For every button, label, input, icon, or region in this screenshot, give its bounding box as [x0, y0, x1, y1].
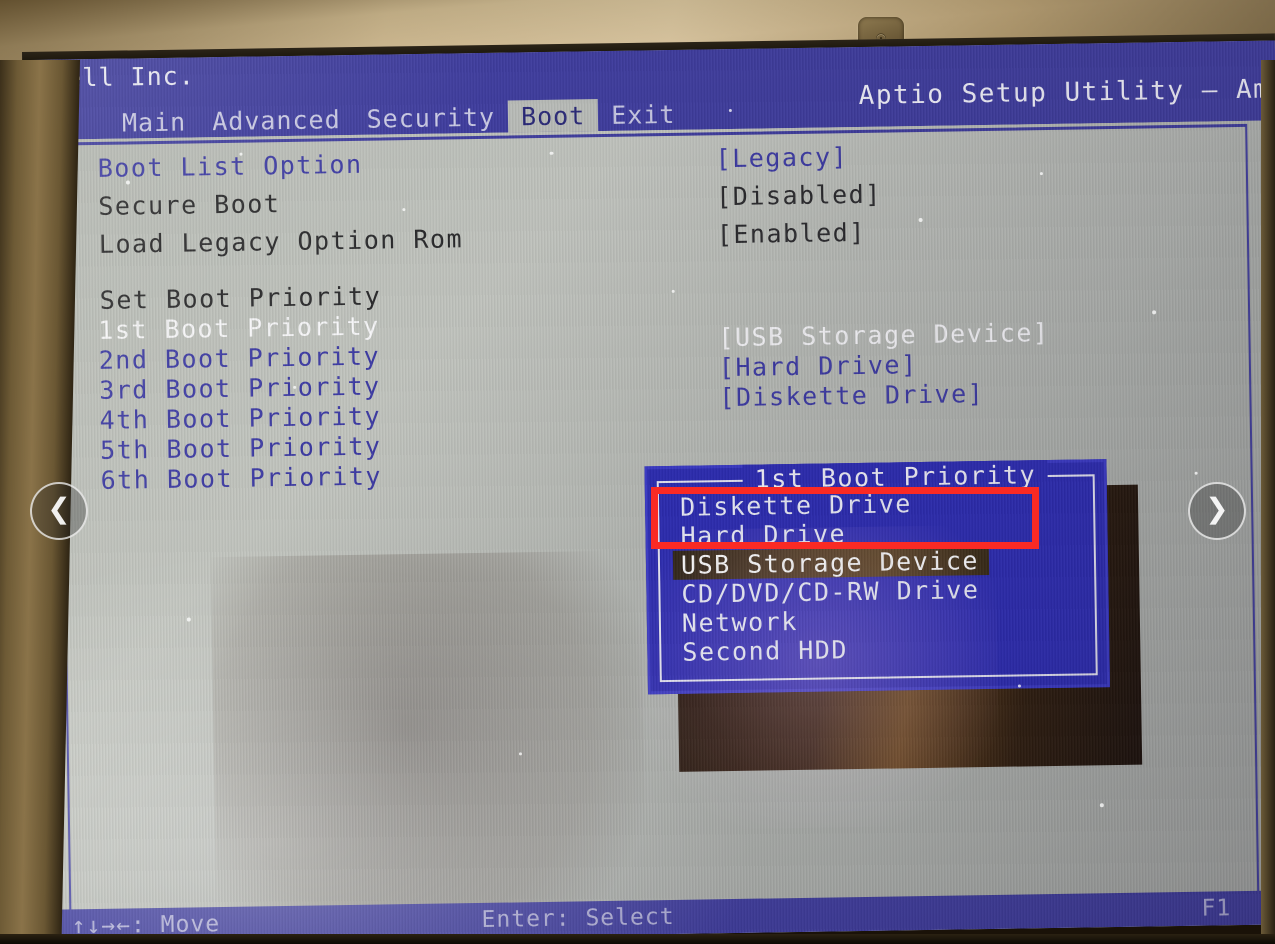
dialog-option-hard-drive[interactable]: Hard Drive [672, 515, 1094, 551]
setting-value-secure-boot[interactable]: [Disabled] [716, 180, 882, 212]
group-heading-set-boot-priority: Set Boot Priority [99, 281, 382, 315]
laptop-bottom-edge [0, 934, 1275, 944]
setting-label-load-legacy-option-rom[interactable]: Load Legacy Option Rom [99, 224, 464, 259]
setting-value-boot-list-option[interactable]: [Legacy] [715, 142, 848, 173]
photo-of-laptop-screen: ☉ Dell Inc. Aptio Setup Utility – Amer M… [0, 0, 1275, 944]
tab-security[interactable]: Security [353, 100, 508, 134]
setting-value-load-legacy-option-rom[interactable]: [Enabled] [717, 218, 866, 249]
help-select: Enter: Select [481, 903, 675, 933]
tab-exit[interactable]: Exit [598, 98, 689, 131]
priority-label-4th[interactable]: 4th Boot Priority [99, 402, 381, 435]
priority-value-3rd[interactable]: [Diskette Drive] [719, 379, 984, 412]
help-f1: F1 [1201, 895, 1232, 922]
dialog-option-list: Diskette Drive Hard Drive USB Storage De… [672, 486, 1097, 667]
lcd-screen: Dell Inc. Aptio Setup Utility – Amer Mai… [28, 40, 1275, 944]
bios-utility-title: Aptio Setup Utility – Amer [858, 73, 1275, 111]
priority-label-5th[interactable]: 5th Boot Priority [100, 431, 382, 464]
priority-label-2nd[interactable]: 2nd Boot Priority [98, 342, 380, 375]
laptop-right-bezel [1261, 60, 1275, 944]
priority-label-6th[interactable]: 6th Boot Priority [100, 461, 382, 494]
boot-priority-dialog: 1st Boot Priority Diskette Drive Hard Dr… [644, 459, 1110, 695]
setting-label-boot-list-option[interactable]: Boot List Option [97, 150, 362, 183]
tab-main[interactable]: Main [109, 105, 200, 138]
next-image-button[interactable]: ❯ [1188, 482, 1246, 540]
previous-image-button[interactable]: ❮ [30, 482, 88, 540]
tab-advanced[interactable]: Advanced [199, 103, 354, 137]
bios-content-panel: Boot List Option Secure Boot Load Legacy… [29, 120, 1275, 944]
priority-label-1st[interactable]: 1st Boot Priority [98, 312, 380, 345]
priority-value-1st[interactable]: [USB Storage Device] [718, 318, 1049, 352]
setting-label-secure-boot[interactable]: Secure Boot [98, 189, 281, 221]
priority-label-3rd[interactable]: 3rd Boot Priority [99, 372, 381, 405]
priority-value-2nd[interactable]: [Hard Drive] [719, 350, 918, 382]
tab-boot[interactable]: Boot [507, 99, 599, 133]
